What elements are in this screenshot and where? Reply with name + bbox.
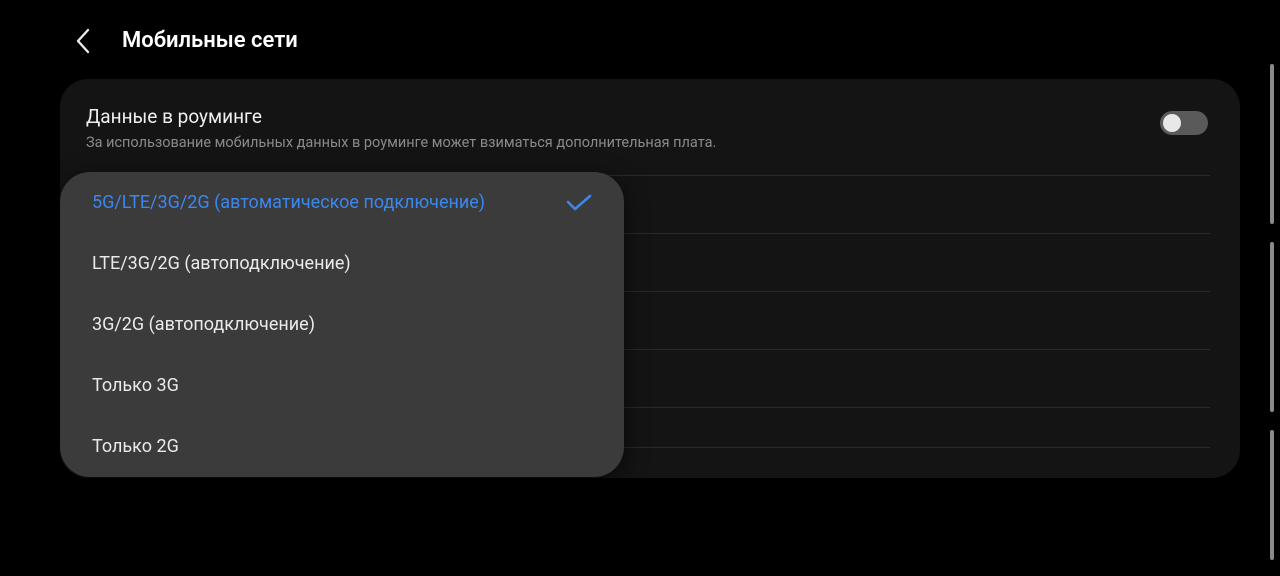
check-icon [566, 194, 592, 212]
page-title: Мобильные сети [122, 28, 298, 53]
back-button[interactable] [72, 30, 94, 52]
roaming-data-row[interactable]: Данные в роуминге За использование мобил… [84, 101, 1210, 176]
option-label: 5G/LTE/3G/2G (автоматическое подключение… [92, 192, 485, 213]
network-option-2g[interactable]: Только 2G [60, 416, 624, 477]
roaming-title: Данные в роуминге [86, 105, 1160, 128]
roaming-desc: За использование мобильных данных в роум… [86, 133, 1160, 153]
network-option-3g[interactable]: Только 3G [60, 355, 624, 416]
roaming-toggle[interactable] [1160, 111, 1208, 135]
option-label: 3G/2G (автоподключение) [92, 314, 315, 335]
scroll-indicator[interactable] [1270, 64, 1274, 224]
option-label: Только 3G [92, 375, 179, 396]
scroll-indicator[interactable] [1270, 430, 1274, 560]
option-label: Только 2G [92, 436, 179, 457]
network-mode-dropdown: 5G/LTE/3G/2G (автоматическое подключение… [60, 172, 624, 477]
network-option-lte[interactable]: LTE/3G/2G (автоподключение) [60, 233, 624, 294]
option-label: LTE/3G/2G (автоподключение) [92, 253, 351, 274]
network-option-3g2g[interactable]: 3G/2G (автоподключение) [60, 294, 624, 355]
network-option-5g[interactable]: 5G/LTE/3G/2G (автоматическое подключение… [60, 172, 624, 233]
scroll-indicator[interactable] [1270, 242, 1274, 412]
